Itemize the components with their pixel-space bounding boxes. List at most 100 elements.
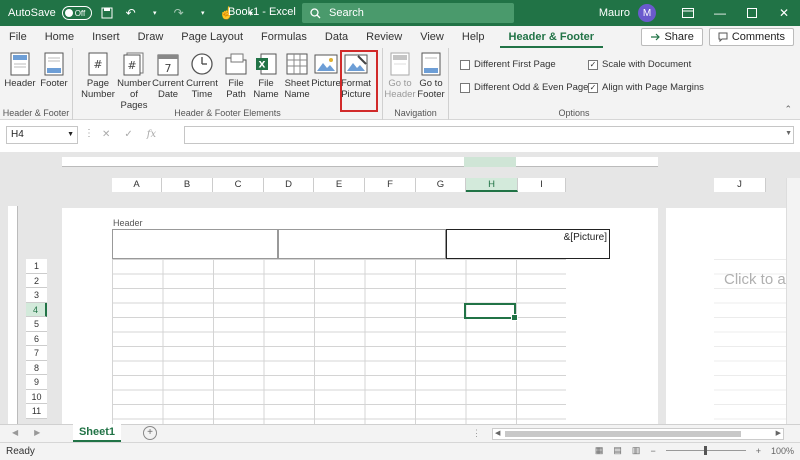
page-number-button[interactable]: # Page Number [81,52,115,100]
file-path-button[interactable]: File Path [220,52,252,100]
formula-input[interactable] [184,126,794,144]
click-to-add-data[interactable]: Click to a [724,271,786,288]
scroll-thumb[interactable] [505,431,741,437]
row-header[interactable]: 2 [26,273,47,288]
insert-function-icon[interactable]: fx [147,129,156,140]
close-icon[interactable]: ✕ [768,0,800,26]
collapse-ribbon-icon[interactable]: ⌃ [784,104,792,115]
search-box[interactable]: Search [302,3,514,23]
go-to-header-button[interactable]: Go to Header [384,52,416,100]
dropdown-icon[interactable]: ▾ [194,4,212,22]
horizontal-scrollbar[interactable]: ◀ ▶ [492,428,784,440]
page-break-view-icon[interactable]: ▥ [632,445,641,456]
name-box[interactable]: H4 ▼ [6,126,78,144]
tab-insert[interactable]: Insert [83,26,129,48]
autosave-toggle[interactable]: Off [61,6,92,20]
zoom-slider[interactable] [665,446,746,455]
row-header[interactable]: 6 [26,331,47,346]
undo-icon[interactable]: ↶ [122,4,140,22]
column-header[interactable]: F [365,178,416,192]
excel-file-button[interactable]: X File Name [250,52,282,100]
header-button[interactable]: Header [4,52,36,89]
ribbon-display-options-icon[interactable] [672,0,704,26]
picture-button[interactable]: Picture [310,52,342,89]
cell-grid[interactable] [112,259,566,424]
zoom-in-icon[interactable]: + [756,446,761,456]
comments-button[interactable]: Comments [708,28,794,46]
search-placeholder: Search [329,7,364,19]
row-header[interactable]: 1 [26,259,47,274]
column-header[interactable]: G [416,178,466,192]
redo-icon[interactable]: ↷ [170,4,188,22]
option-different-first-page[interactable]: Different First Page [460,59,556,70]
normal-view-icon[interactable]: ▦ [595,445,604,456]
number-of-pages-button[interactable]: # Number of Pages [116,52,152,111]
footer-button[interactable]: Footer [38,52,70,89]
column-header[interactable]: I [518,178,566,192]
sheet-tab[interactable]: Sheet1 [73,424,121,442]
option-label: Different Odd & Even Pages [474,82,594,93]
tab-home[interactable]: Home [36,26,83,48]
tab-data[interactable]: Data [316,26,357,48]
row-header[interactable]: 8 [26,360,47,375]
tab-view[interactable]: View [411,26,453,48]
tab-help[interactable]: Help [453,26,494,48]
tab-formulas[interactable]: Formulas [252,26,316,48]
vertical-scrollbar[interactable] [786,178,800,424]
tab-review[interactable]: Review [357,26,411,48]
row-header[interactable]: 7 [26,346,47,361]
tab-page-layout[interactable]: Page Layout [172,26,252,48]
row-header[interactable]: 10 [26,389,47,404]
header-center-section[interactable] [278,229,446,259]
column-header[interactable]: D [264,178,314,192]
row-header[interactable]: 4 [26,302,47,317]
column-header[interactable]: J [714,178,766,192]
row-header[interactable]: 5 [26,317,47,332]
option-different-odd-even-pages[interactable]: Different Odd & Even Pages [460,82,593,93]
option-align-with-page-margins[interactable]: ✓ Align with Page Margins [588,82,704,93]
row-header[interactable]: 3 [26,288,47,303]
sheet-button[interactable]: Sheet Name [281,52,313,100]
save-icon[interactable] [98,4,116,22]
dropdown-icon[interactable]: ▾ [146,4,164,22]
user-name[interactable]: Mauro [599,7,630,19]
tab-file[interactable]: File [0,26,36,48]
column-header[interactable]: E [314,178,365,192]
column-header[interactable]: H [466,178,518,192]
column-header[interactable]: B [162,178,213,192]
option-scale-with-document[interactable]: ✓ Scale with Document [588,59,691,70]
header-right-section[interactable]: &[Picture] [446,229,610,259]
row-header[interactable]: 9 [26,375,47,390]
maximize-icon[interactable] [736,0,768,26]
minimize-icon[interactable]: — [704,0,736,26]
cancel-icon[interactable]: ✕ [102,129,110,140]
checkbox-checked-icon[interactable]: ✓ [588,59,598,70]
zoom-out-icon[interactable]: − [650,446,655,456]
checkbox-icon[interactable] [460,82,470,93]
column-header[interactable]: A [112,178,162,192]
previous-sheet-icon[interactable]: ◀ [12,428,18,437]
go-to-footer-button[interactable]: Go to Footer [416,52,446,100]
tab-draw[interactable]: Draw [129,26,173,48]
calendar-button[interactable]: 7 Current Date [152,52,184,100]
button-label: Picture [311,78,341,89]
zoom-level[interactable]: 100% [771,446,794,456]
column-header[interactable]: C [213,178,264,192]
add-sheet-button[interactable]: + [143,426,157,440]
avatar[interactable]: M [638,4,656,22]
scroll-right-icon[interactable]: ▶ [776,429,781,437]
checkbox-checked-icon[interactable]: ✓ [588,82,598,93]
expand-formula-bar-icon[interactable]: ▼ [785,130,792,137]
enter-icon[interactable]: ✓ [124,129,132,140]
clock-button[interactable]: Current Time [186,52,218,100]
page-layout-view-icon[interactable]: ▤ [613,445,622,456]
row-header[interactable]: 11 [26,404,47,419]
tab-header-footer[interactable]: Header & Footer [499,26,604,48]
header-left-section[interactable] [112,229,278,259]
active-cell[interactable] [464,303,518,321]
scroll-left-icon[interactable]: ◀ [495,429,500,437]
next-sheet-icon[interactable]: ▶ [34,428,40,437]
chevron-down-icon[interactable]: ▼ [67,127,74,143]
checkbox-icon[interactable] [460,59,470,70]
share-button[interactable]: Share [641,28,703,46]
